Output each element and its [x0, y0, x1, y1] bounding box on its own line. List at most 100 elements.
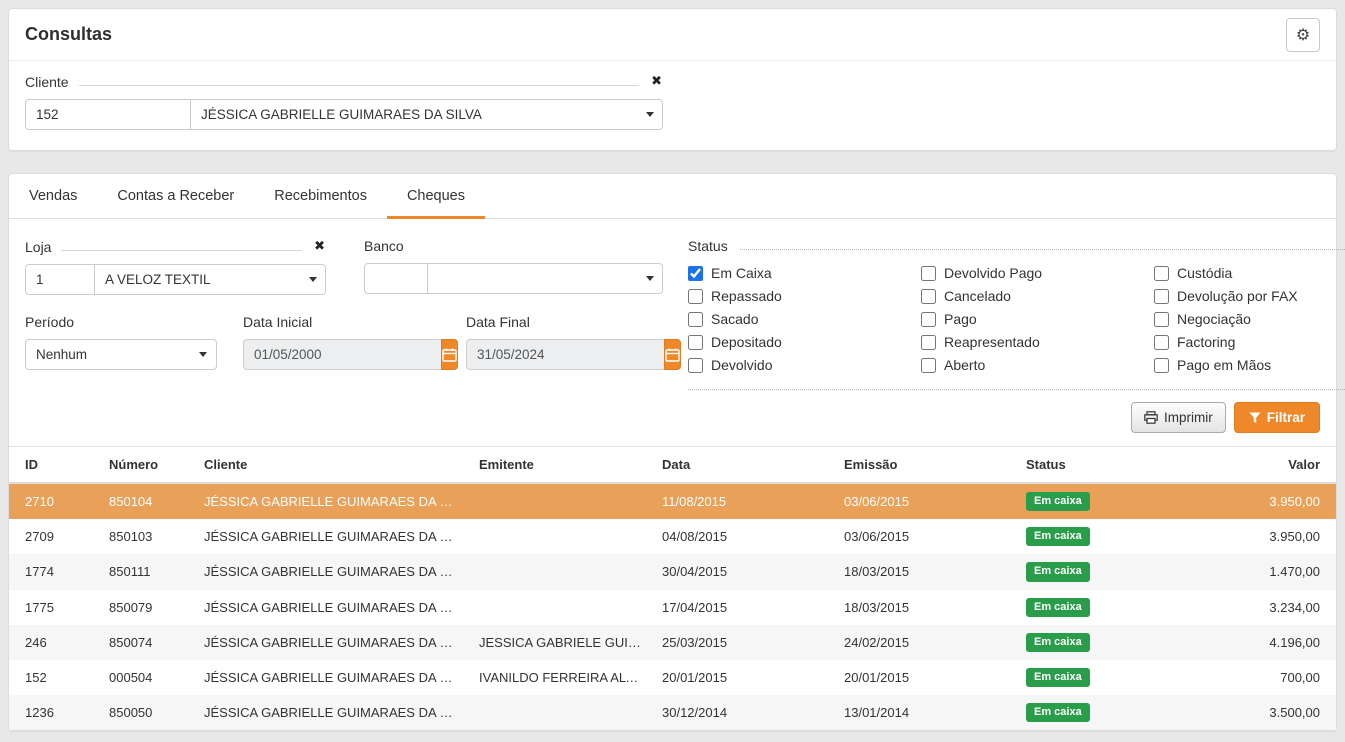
- divider: [740, 249, 1345, 250]
- calendar-icon: [442, 348, 457, 362]
- status-checkbox-pago-em-maos[interactable]: Pago em Mãos: [1154, 357, 1345, 373]
- banco-select[interactable]: [427, 263, 663, 294]
- cell-numero: 850111: [99, 554, 194, 589]
- tab-recebimentos[interactable]: Recebimentos: [254, 174, 387, 218]
- status-checkbox-devolvido[interactable]: Devolvido: [688, 357, 921, 373]
- settings-button[interactable]: ⚙: [1286, 18, 1320, 52]
- checkbox-input[interactable]: [688, 312, 703, 327]
- cell-cliente: JÉSSICA GABRIELLE GUIMARAES DA SILVA: [194, 483, 469, 519]
- periodo-label: Período: [25, 314, 217, 330]
- status-checkbox-depositado[interactable]: Depositado: [688, 334, 921, 350]
- status-checkbox-reapresentado[interactable]: Reapresentado: [921, 334, 1154, 350]
- table-row[interactable]: 1236 850050 JÉSSICA GABRIELLE GUIMARAES …: [9, 695, 1336, 730]
- tab-cheques[interactable]: Cheques: [387, 174, 485, 218]
- cell-emitente: [469, 695, 652, 730]
- checkbox-input[interactable]: [1154, 266, 1169, 281]
- table-row[interactable]: 2710 850104 JÉSSICA GABRIELLE GUIMARAES …: [9, 483, 1336, 519]
- checkbox-input[interactable]: [688, 266, 703, 281]
- checkbox-input[interactable]: [688, 289, 703, 304]
- client-select[interactable]: JÉSSICA GABRIELLE GUIMARAES DA SILVA: [190, 99, 663, 130]
- data-final-calendar-button[interactable]: [664, 339, 681, 370]
- checkbox-input[interactable]: [921, 335, 936, 350]
- status-checkbox-devolucao-por-fax[interactable]: Devolução por FAX: [1154, 288, 1345, 304]
- client-code-input[interactable]: [25, 99, 191, 130]
- checkbox-input[interactable]: [1154, 289, 1169, 304]
- status-checkbox-cancelado[interactable]: Cancelado: [921, 288, 1154, 304]
- banco-controls: [364, 263, 664, 294]
- cell-status: Em caixa: [1016, 483, 1198, 519]
- status-checkbox-custodia[interactable]: Custódia: [1154, 265, 1345, 281]
- table-row[interactable]: 152 000504 JÉSSICA GABRIELLE GUIMARAES D…: [9, 660, 1336, 695]
- filters-section: Loja ✖ A VELOZ TEXTIL: [9, 219, 1336, 390]
- printer-icon: [1144, 411, 1158, 424]
- checkbox-input[interactable]: [1154, 358, 1169, 373]
- checkbox-input[interactable]: [921, 312, 936, 327]
- status-checkbox-devolvido-pago[interactable]: Devolvido Pago: [921, 265, 1154, 281]
- cell-emitente: IVANILDO FERREIRA ALVES FI…: [469, 660, 652, 695]
- loja-code-input[interactable]: [25, 264, 95, 295]
- column-header-valor: Valor: [1198, 447, 1336, 484]
- data-inicial-input-group: [243, 339, 440, 370]
- periodo-group: Período Nenhum: [25, 314, 217, 370]
- banco-code-input[interactable]: [364, 263, 428, 294]
- loja-select-wrap: A VELOZ TEXTIL: [95, 264, 327, 295]
- checkbox-input[interactable]: [1154, 312, 1169, 327]
- checkbox-input[interactable]: [921, 358, 936, 373]
- cheques-table: ID Número Cliente Emitente Data Emissão …: [9, 446, 1336, 730]
- cell-emissao: 18/03/2015: [834, 554, 1016, 589]
- loja-group-header: Loja ✖: [25, 238, 327, 255]
- checkbox-input[interactable]: [688, 358, 703, 373]
- filter-icon: [1249, 412, 1261, 424]
- cell-status: Em caixa: [1016, 625, 1198, 660]
- data-inicial-calendar-button[interactable]: [441, 339, 458, 370]
- status-checkbox-aberto[interactable]: Aberto: [921, 357, 1154, 373]
- cell-cliente: JÉSSICA GABRIELLE GUIMARAES DA SILVA: [194, 660, 469, 695]
- status-checkbox-em-caixa[interactable]: Em Caixa: [688, 265, 921, 281]
- table-row[interactable]: 1774 850111 JÉSSICA GABRIELLE GUIMARAES …: [9, 554, 1336, 589]
- loja-select[interactable]: A VELOZ TEXTIL: [94, 264, 326, 295]
- table-row[interactable]: 246 850074 JÉSSICA GABRIELLE GUIMARAES D…: [9, 625, 1336, 660]
- cell-data: 17/04/2015: [652, 590, 834, 625]
- cell-emissao: 03/06/2015: [834, 519, 1016, 554]
- banco-group: Banco: [364, 238, 664, 295]
- checkbox-input[interactable]: [921, 289, 936, 304]
- checkbox-input[interactable]: [921, 266, 936, 281]
- divider: [61, 250, 302, 251]
- status-badge: Em caixa: [1026, 598, 1090, 617]
- table-row[interactable]: 1775 850079 JÉSSICA GABRIELLE GUIMARAES …: [9, 590, 1336, 625]
- filters-left: Loja ✖ A VELOZ TEXTIL: [25, 238, 664, 390]
- results-panel: Vendas Contas a Receber Recebimentos Che…: [8, 173, 1337, 731]
- tab-contas-a-receber[interactable]: Contas a Receber: [97, 174, 254, 218]
- imprimir-button[interactable]: Imprimir: [1131, 402, 1226, 433]
- status-checkbox-pago[interactable]: Pago: [921, 311, 1154, 327]
- filtrar-button[interactable]: Filtrar: [1234, 402, 1320, 433]
- table-row[interactable]: 2709 850103 JÉSSICA GABRIELLE GUIMARAES …: [9, 519, 1336, 554]
- tab-vendas[interactable]: Vendas: [9, 174, 97, 218]
- status-checkbox-sacado[interactable]: Sacado: [688, 311, 921, 327]
- panel-header: Consultas ⚙: [9, 9, 1336, 61]
- client-group: Cliente ✖ JÉSSICA GABRIELLE GUIMARAES DA…: [25, 73, 664, 130]
- status-checkbox-repassado[interactable]: Repassado: [688, 288, 921, 304]
- checkbox-input[interactable]: [1154, 335, 1169, 350]
- cell-status: Em caixa: [1016, 695, 1198, 730]
- cell-numero: 850050: [99, 695, 194, 730]
- filtrar-label: Filtrar: [1267, 410, 1305, 425]
- column-header-emitente: Emitente: [469, 447, 652, 484]
- data-final-label: Data Final: [466, 314, 663, 330]
- status-checkbox-negociacao[interactable]: Negociação: [1154, 311, 1345, 327]
- checkbox-input[interactable]: [688, 335, 703, 350]
- cell-status: Em caixa: [1016, 554, 1198, 589]
- client-controls: JÉSSICA GABRIELLE GUIMARAES DA SILVA: [25, 99, 664, 130]
- client-label: Cliente: [25, 74, 69, 90]
- status-badge: Em caixa: [1026, 562, 1090, 581]
- column-header-id: ID: [9, 447, 99, 484]
- status-checkbox-factoring[interactable]: Factoring: [1154, 334, 1345, 350]
- client-clear-button[interactable]: ✖: [649, 73, 664, 90]
- loja-clear-button[interactable]: ✖: [312, 238, 327, 255]
- cell-valor: 700,00: [1198, 660, 1336, 695]
- loja-label: Loja: [25, 239, 51, 255]
- checkbox-label: Devolvido Pago: [944, 265, 1042, 281]
- periodo-select[interactable]: Nenhum: [25, 339, 217, 370]
- data-final-group: Data Final: [466, 314, 663, 370]
- checkbox-label: Pago: [944, 311, 977, 327]
